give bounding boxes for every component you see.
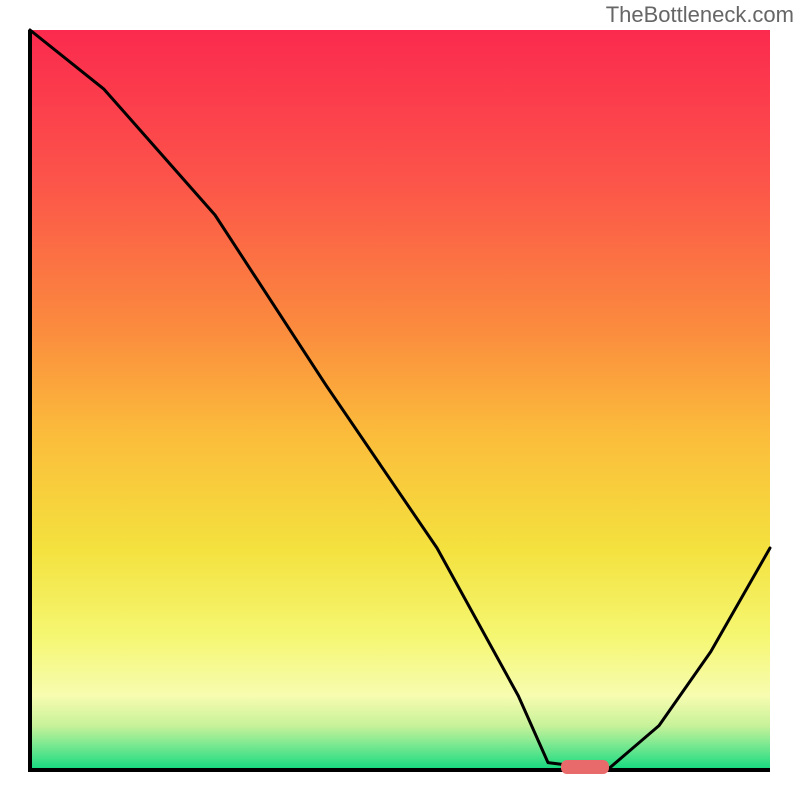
chart-svg [0, 0, 800, 800]
chart-container: TheBottleneck.com [0, 0, 800, 800]
watermark-text: TheBottleneck.com [606, 2, 794, 28]
optimal-marker [561, 760, 609, 774]
plot-background [30, 30, 770, 770]
